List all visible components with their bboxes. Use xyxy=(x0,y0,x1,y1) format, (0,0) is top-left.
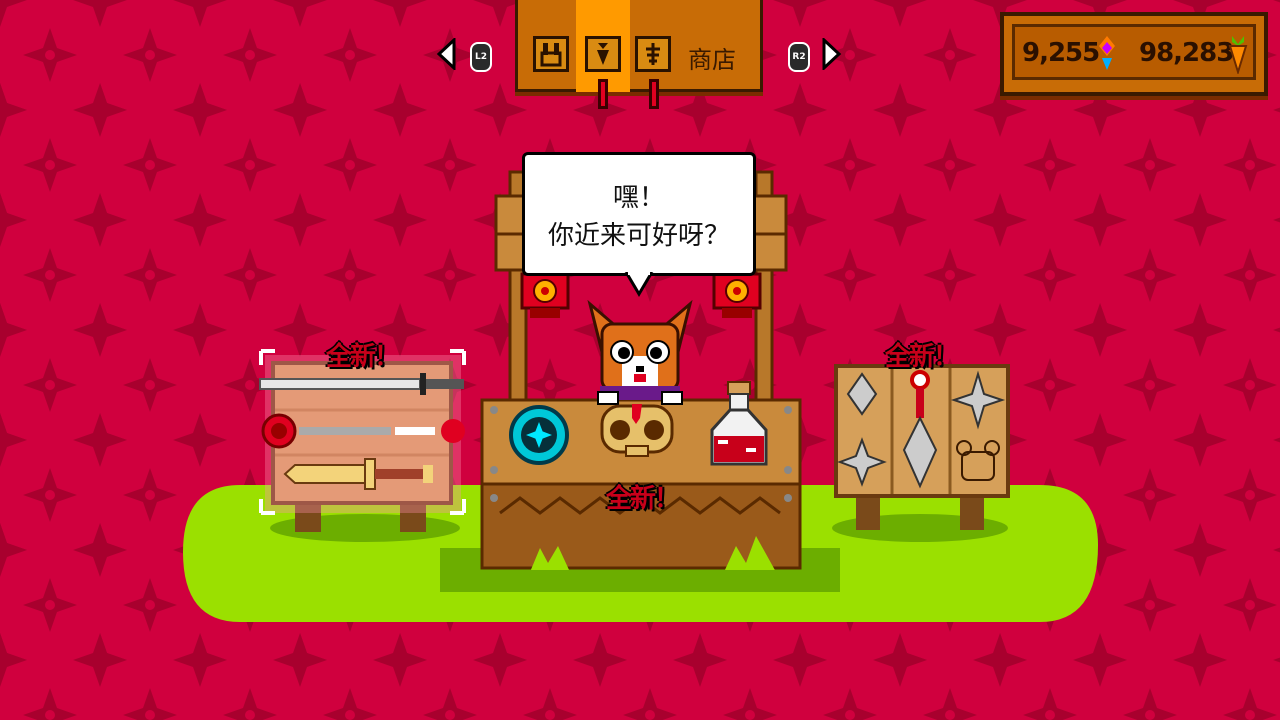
alert-marker-carrot xyxy=(598,79,608,109)
dialog-bubble-tail xyxy=(624,272,654,297)
shuriken-stall[interactable] xyxy=(834,360,1010,532)
bunny-icon xyxy=(540,43,562,67)
rainbow-gem-icon xyxy=(1099,36,1115,70)
gem-count: 9,255 xyxy=(1022,38,1100,68)
skull-item[interactable] xyxy=(596,402,678,460)
carrot-currency-icon xyxy=(1228,36,1248,74)
r2-button[interactable]: R2 xyxy=(788,42,810,72)
potion-item[interactable] xyxy=(706,380,772,470)
tab-carrot[interactable] xyxy=(585,36,621,72)
l2-button[interactable]: L2 xyxy=(470,42,492,72)
dialog-line-1: 嘿！ xyxy=(612,183,665,213)
carrot-count: 98,283 xyxy=(1139,38,1234,68)
shuriken-orb-item[interactable] xyxy=(508,404,570,466)
fish-bone-icon xyxy=(646,43,660,65)
alert-marker-fish xyxy=(649,79,659,109)
next-arrow-icon[interactable] xyxy=(822,38,842,70)
carrot-icon xyxy=(597,43,609,65)
new-badge-weapons: 全新！ xyxy=(326,342,400,372)
new-badge-shuriken: 全新！ xyxy=(885,342,959,372)
prev-arrow-icon[interactable] xyxy=(436,38,456,70)
tab-shop-label[interactable]: 商店 xyxy=(688,40,736,75)
shopkeeper-dog[interactable] xyxy=(584,300,696,406)
new-badge-shop: 全新！ xyxy=(606,484,680,514)
tab-bunny[interactable] xyxy=(533,36,569,72)
currency-panel: 9,255 98,283 xyxy=(1000,12,1268,96)
tab-fish-bone[interactable] xyxy=(635,36,671,72)
dialog-line-2: 你近来可好呀？ xyxy=(547,221,730,251)
weapon-stall[interactable] xyxy=(255,345,470,535)
dialog-bubble: 嘿！ 你近来可好呀？ xyxy=(522,152,756,276)
